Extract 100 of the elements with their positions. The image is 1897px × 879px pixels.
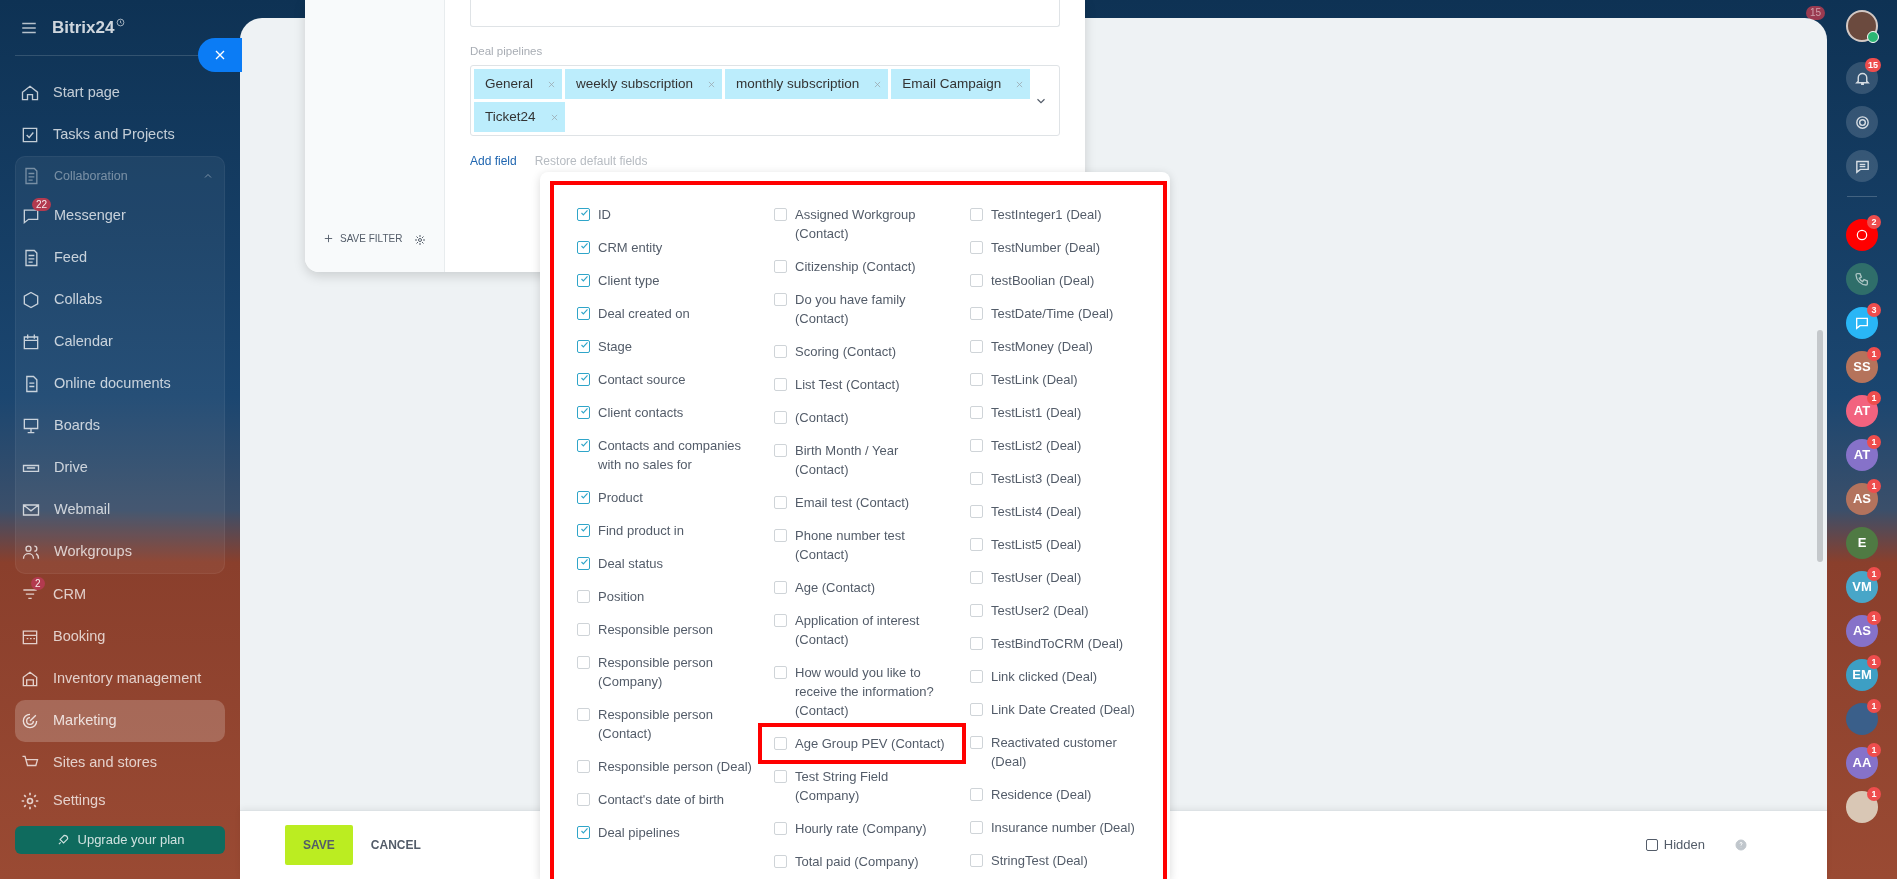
field-option[interactable]: Birth Month / Year (Contact) [774,434,970,486]
field-option[interactable]: Deal pipelines [577,816,774,849]
checkbox[interactable] [970,340,983,353]
save-button[interactable]: SAVE [285,825,353,865]
checkbox[interactable] [577,793,590,806]
checkbox[interactable] [577,373,590,386]
checkbox[interactable] [970,439,983,452]
scrollbar[interactable] [1817,330,1823,562]
checkbox[interactable] [774,529,787,542]
field-option[interactable]: Hourly rate (Company) [774,812,970,845]
checkbox[interactable] [970,788,983,801]
checkbox[interactable] [774,444,787,457]
cancel-button[interactable]: CANCEL [370,836,421,854]
field-option[interactable]: TestList5 (Deal) [970,528,1160,561]
tag-chip[interactable]: Ticket24 [474,102,565,133]
settings-item[interactable]: Settings [15,784,225,818]
checkbox[interactable] [577,274,590,287]
field-option[interactable]: Stage [577,330,774,363]
checkbox[interactable] [577,826,590,839]
sidebar-item[interactable]: CRM 2 [15,574,225,616]
sidebar-item[interactable]: Feed [16,237,224,279]
checkbox[interactable] [577,524,590,537]
field-option[interactable]: Email test (Contact) [774,486,970,519]
checkbox[interactable] [970,505,983,518]
sidebar-item[interactable]: Booking [15,616,225,658]
checkbox[interactable] [774,208,787,221]
checkbox[interactable] [970,472,983,485]
checkbox[interactable] [774,411,787,424]
field-option[interactable]: TestList1 (Deal) [970,396,1160,429]
checkbox[interactable] [577,656,590,669]
checkbox[interactable] [970,307,983,320]
field-option[interactable]: TestNumber (Deal) [970,231,1160,264]
field-option[interactable]: Deal status [577,547,774,580]
field-option[interactable]: Citizenship (Contact) [774,250,970,283]
sidebar-item[interactable]: Start page [15,72,225,114]
field-option[interactable]: Link Date Created (Deal) [970,693,1160,726]
tag-chip[interactable]: monthly subscription [725,69,889,100]
field-option[interactable]: Do you have family (Contact) [774,283,970,335]
checkbox[interactable] [774,496,787,509]
field-option[interactable]: testBoolian (Deal) [970,264,1160,297]
input-field[interactable] [470,0,1060,27]
upgrade-button[interactable]: Upgrade your plan [15,826,225,854]
chat-button[interactable] [1846,150,1878,182]
user-avatar[interactable] [1846,10,1878,42]
field-option[interactable]: Test String Field (Company) [774,760,970,812]
field-option[interactable]: Total paid (Company) [774,845,970,878]
checkbox[interactable] [774,378,787,391]
field-option[interactable]: StringTest (Deal) [970,844,1160,877]
sidebar-item[interactable]: Marketing [15,700,225,742]
checkbox[interactable] [774,345,787,358]
field-option[interactable]: CRM entity [577,231,774,264]
checkbox[interactable] [577,491,590,504]
sidebar-item[interactable]: Sites and stores [15,742,225,784]
checkbox[interactable] [970,538,983,551]
field-option[interactable]: (Contact) [774,401,970,434]
field-option[interactable]: Product [577,481,774,514]
field-option[interactable]: Link clicked (Deal) [970,660,1160,693]
checkbox[interactable] [577,623,590,636]
add-field-link[interactable]: Add field [470,152,517,171]
checkbox[interactable] [774,666,787,679]
checkbox[interactable] [970,208,983,221]
sidebar-item[interactable]: Webmail [16,489,224,531]
field-option[interactable]: TestList2 (Deal) [970,429,1160,462]
checkbox[interactable] [577,439,590,452]
field-option[interactable]: Client contacts [577,396,774,429]
field-option[interactable]: Insurance number (Deal) [970,811,1160,844]
sidebar-item[interactable]: Messenger 22 [16,195,224,237]
field-option[interactable]: Residence (Deal) [970,778,1160,811]
field-option[interactable]: Client type [577,264,774,297]
field-option[interactable]: Deal created on [577,297,774,330]
sidebar-item[interactable]: Boards [16,405,224,447]
sidebar-item[interactable]: Drive [16,447,224,489]
field-option[interactable]: Application of interest (Contact) [774,604,970,656]
field-option[interactable]: TestLink (Deal) [970,363,1160,396]
contact-avatar[interactable]: E [1846,527,1878,559]
field-option[interactable]: TestList4 (Deal) [970,495,1160,528]
field-option[interactable]: Age (Contact) [774,571,970,604]
field-option[interactable]: Reactivated customer (Deal) [970,726,1160,778]
checkbox[interactable] [774,614,787,627]
checkbox[interactable] [577,760,590,773]
save-filter-button[interactable]: SAVE FILTER [323,231,403,246]
field-option[interactable]: Assigned Workgroup (Contact) [774,198,970,250]
checkbox[interactable] [577,241,590,254]
field-option[interactable]: Responsible person [577,613,774,646]
checkbox[interactable] [577,406,590,419]
field-option[interactable]: Position [577,580,774,613]
multi-select-field[interactable]: General weekly subscription monthly subscription Email Campaign Ticket24 [470,65,1060,137]
sidebar-item[interactable]: Inventory management [15,658,225,700]
phone-icon[interactable] [1846,263,1878,295]
checkbox[interactable] [970,703,983,716]
checkbox[interactable] [774,293,787,306]
checkbox[interactable] [577,557,590,570]
checkbox[interactable] [970,736,983,749]
checkbox[interactable] [970,241,983,254]
checkbox[interactable] [970,406,983,419]
checkbox[interactable] [774,581,787,594]
field-option[interactable]: TestDate/Time (Deal) [970,297,1160,330]
checkbox[interactable] [774,855,787,868]
hidden-checkbox[interactable] [1645,839,1658,851]
field-option[interactable]: ID [577,198,774,231]
